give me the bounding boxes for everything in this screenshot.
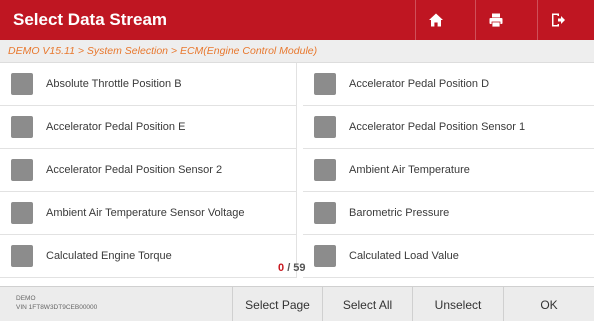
data-stream-label: Ambient Air Temperature	[349, 164, 470, 176]
exit-button[interactable]	[537, 0, 577, 40]
home-icon	[428, 13, 443, 27]
checkbox[interactable]	[314, 159, 336, 181]
checkbox[interactable]	[11, 116, 33, 138]
vin-number: VIN 1FT8W3DT9CEB00000	[16, 304, 98, 311]
print-icon	[489, 13, 502, 28]
data-stream-item[interactable]: Accelerator Pedal Position D	[303, 63, 594, 106]
page-title: Select Data Stream	[13, 10, 168, 29]
data-stream-label: Accelerator Pedal Position D	[349, 78, 490, 90]
title-bar: Select Data Stream	[0, 0, 594, 40]
footer-bar: DEMO VIN 1FT8W3DT9CEB00000 Select Page S…	[0, 286, 594, 321]
data-stream-label: Calculated Engine Torque	[46, 250, 172, 262]
data-stream-item[interactable]: Accelerator Pedal Position Sensor 2	[0, 149, 297, 192]
data-stream-item[interactable]: Absolute Throttle Position B	[0, 63, 297, 106]
ok-button[interactable]: OK	[503, 287, 594, 321]
exit-icon	[551, 13, 565, 27]
data-stream-item[interactable]: Ambient Air Temperature Sensor Voltage	[0, 192, 297, 235]
select-all-button[interactable]: Select All	[322, 287, 412, 321]
data-stream-item[interactable]: Calculated Load Value	[303, 235, 594, 278]
data-stream-label: Calculated Load Value	[349, 250, 459, 262]
data-stream-item[interactable]: Accelerator Pedal Position Sensor 1	[303, 106, 594, 149]
data-stream-list: Absolute Throttle Position B Accelerator…	[0, 63, 594, 278]
checkbox[interactable]	[314, 73, 336, 95]
unselect-button[interactable]: Unselect	[412, 287, 503, 321]
selection-counter: 0 / 59	[278, 262, 306, 274]
data-stream-item[interactable]: Accelerator Pedal Position E	[0, 106, 297, 149]
checkbox[interactable]	[314, 245, 336, 267]
data-stream-label: Absolute Throttle Position B	[46, 78, 182, 90]
data-stream-label: Barometric Pressure	[349, 207, 450, 219]
checkbox[interactable]	[11, 159, 33, 181]
checkbox[interactable]	[11, 202, 33, 224]
data-stream-label: Accelerator Pedal Position Sensor 2	[46, 164, 223, 176]
breadcrumb: DEMO V15.11 > System Selection > ECM(Eng…	[0, 40, 594, 63]
checkbox[interactable]	[11, 245, 33, 267]
checkbox[interactable]	[11, 73, 33, 95]
home-button[interactable]	[415, 0, 455, 40]
select-page-button[interactable]: Select Page	[232, 287, 322, 321]
data-stream-item[interactable]: Calculated Engine Torque	[0, 235, 297, 278]
checkbox[interactable]	[314, 116, 336, 138]
print-button[interactable]	[475, 0, 515, 40]
total-count: / 59	[287, 262, 306, 274]
checkbox[interactable]	[314, 202, 336, 224]
data-stream-item[interactable]: Barometric Pressure	[303, 192, 594, 235]
data-stream-label: Ambient Air Temperature Sensor Voltage	[46, 207, 245, 219]
vehicle-info: DEMO VIN 1FT8W3DT9CEB00000	[16, 294, 97, 312]
selected-count: 0	[278, 262, 285, 274]
data-stream-label: Accelerator Pedal Position Sensor 1	[349, 121, 526, 133]
vehicle-name: DEMO	[16, 295, 36, 302]
data-stream-label: Accelerator Pedal Position E	[46, 121, 186, 133]
data-stream-item[interactable]: Ambient Air Temperature	[303, 149, 594, 192]
